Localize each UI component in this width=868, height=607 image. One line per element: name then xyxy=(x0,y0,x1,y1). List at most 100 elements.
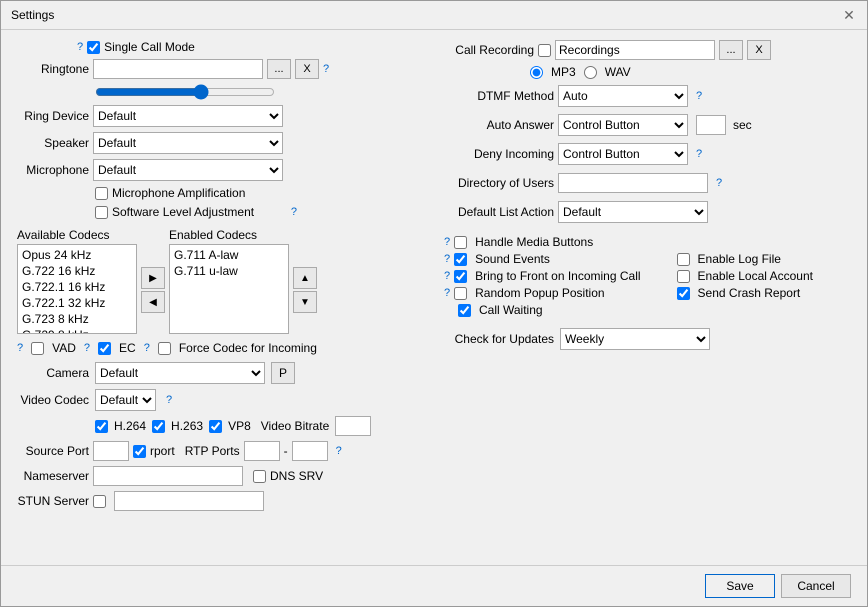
enable-log-label: Enable Log File xyxy=(698,252,781,266)
check-updates-label: Check for Updates xyxy=(444,332,554,346)
vad-help[interactable]: ? xyxy=(17,342,23,354)
save-button[interactable]: Save xyxy=(705,574,775,598)
recordings-input[interactable] xyxy=(555,40,715,60)
video-bitrate-input[interactable]: 256 xyxy=(335,416,371,436)
h263-checkbox[interactable] xyxy=(152,420,165,433)
mic-amp-checkbox[interactable] xyxy=(95,187,108,200)
wav-radio[interactable] xyxy=(584,66,597,79)
right-feature-col: Enable Log File Enable Local Account Sen… xyxy=(677,252,813,317)
force-codec-help[interactable]: ? xyxy=(144,342,150,354)
bring-front-label: Bring to Front on Incoming Call xyxy=(475,269,640,283)
ring-device-select[interactable]: Default xyxy=(93,105,283,127)
soft-level-help[interactable]: ? xyxy=(291,206,297,218)
codec-item[interactable]: G.729 8 kHz xyxy=(20,327,134,334)
dns-srv-checkbox[interactable] xyxy=(253,470,266,483)
random-popup-help[interactable]: ? xyxy=(444,287,450,299)
codec-item[interactable]: G.722.1 16 kHz xyxy=(20,279,134,295)
recordings-browse-button[interactable]: ... xyxy=(719,40,743,60)
vad-checkbox[interactable] xyxy=(31,342,44,355)
codec-down-button[interactable]: ▼ xyxy=(293,291,317,313)
recordings-clear-button[interactable]: X xyxy=(747,40,771,60)
ringtone-input[interactable] xyxy=(93,59,263,79)
nameserver-input[interactable] xyxy=(93,466,243,486)
codec-transfer-buttons: ▶ ◀ xyxy=(141,228,165,334)
dir-users-input[interactable] xyxy=(558,173,708,193)
codec-add-button[interactable]: ▶ xyxy=(141,267,165,289)
rtp-help[interactable]: ? xyxy=(336,445,342,457)
ringtone-help[interactable]: ? xyxy=(323,63,329,75)
call-waiting-label: Call Waiting xyxy=(479,303,543,317)
auto-answer-select[interactable]: Control Button Always Never xyxy=(558,114,688,136)
available-codecs-list[interactable]: Opus 24 kHz G.722 16 kHz G.722.1 16 kHz … xyxy=(17,244,137,334)
send-crash-checkbox[interactable] xyxy=(677,287,690,300)
codec-item[interactable]: G.722 16 kHz xyxy=(20,263,134,279)
default-list-select[interactable]: Default xyxy=(558,201,708,223)
force-codec-checkbox[interactable] xyxy=(158,342,171,355)
ec-checkbox[interactable] xyxy=(98,342,111,355)
enable-local-checkbox[interactable] xyxy=(677,270,690,283)
stun-checkbox[interactable] xyxy=(93,495,106,508)
volume-slider[interactable] xyxy=(95,84,275,100)
bring-front-checkbox[interactable] xyxy=(454,270,467,283)
camera-p-button[interactable]: P xyxy=(271,362,295,384)
enabled-codecs-list[interactable]: G.711 A-law G.711 u-law xyxy=(169,244,289,334)
microphone-select[interactable]: Default xyxy=(93,159,283,181)
codec-item[interactable]: G.723 8 kHz xyxy=(20,311,134,327)
source-port-row: Source Port 0 rport RTP Ports 0 - 0 ? xyxy=(17,441,424,461)
handle-media-checkbox[interactable] xyxy=(454,236,467,249)
single-call-checkbox[interactable] xyxy=(87,41,100,54)
titlebar: Settings ✕ xyxy=(1,1,867,30)
bring-front-help[interactable]: ? xyxy=(444,270,450,282)
codec-item[interactable]: G.722.1 32 kHz xyxy=(20,295,134,311)
sound-events-label: Sound Events xyxy=(475,252,550,266)
ringtone-browse-button[interactable]: ... xyxy=(267,59,291,79)
codec-remove-button[interactable]: ◀ xyxy=(141,291,165,313)
dns-srv-label: DNS SRV xyxy=(270,469,323,483)
sound-events-help[interactable]: ? xyxy=(444,253,450,265)
random-popup-checkbox[interactable] xyxy=(454,287,467,300)
footer: Save Cancel xyxy=(1,565,867,606)
call-waiting-checkbox[interactable] xyxy=(458,304,471,317)
source-port-input[interactable]: 0 xyxy=(93,441,129,461)
stun-input[interactable] xyxy=(114,491,264,511)
auto-answer-row: Auto Answer Control Button Always Never … xyxy=(444,113,851,137)
deny-incoming-select[interactable]: Control Button Always Never xyxy=(558,143,688,165)
video-codec-select[interactable]: Default xyxy=(95,389,156,411)
close-button[interactable]: ✕ xyxy=(841,7,857,23)
vp8-checkbox[interactable] xyxy=(209,420,222,433)
dtmf-select[interactable]: Auto RFC 2833 SIP INFO Inband xyxy=(558,85,688,107)
deny-incoming-help[interactable]: ? xyxy=(696,148,702,160)
rtp-from-input[interactable]: 0 xyxy=(244,441,280,461)
camera-row: Camera Default P xyxy=(17,362,424,384)
codec-up-button[interactable]: ▲ xyxy=(293,267,317,289)
cancel-button[interactable]: Cancel xyxy=(781,574,851,598)
dir-users-help[interactable]: ? xyxy=(716,177,722,189)
h263-label: H.263 xyxy=(171,419,203,433)
video-codec-help[interactable]: ? xyxy=(166,394,172,406)
sound-events-checkbox[interactable] xyxy=(454,253,467,266)
soft-level-checkbox[interactable] xyxy=(95,206,108,219)
ringtone-clear-button[interactable]: X xyxy=(295,59,319,79)
codec-item[interactable]: Opus 24 kHz xyxy=(20,247,134,263)
handle-media-help[interactable]: ? xyxy=(444,236,450,248)
wav-label: WAV xyxy=(605,65,631,79)
dtmf-help[interactable]: ? xyxy=(696,90,702,102)
h264-checkbox[interactable] xyxy=(95,420,108,433)
single-call-help[interactable]: ? xyxy=(77,41,83,53)
speaker-label: Speaker xyxy=(17,136,89,150)
mp3-radio[interactable] xyxy=(530,66,543,79)
check-updates-select[interactable]: Never Daily Weekly Monthly xyxy=(560,328,710,350)
available-codecs-label: Available Codecs xyxy=(17,228,137,242)
rtp-to-input[interactable]: 0 xyxy=(292,441,328,461)
enable-log-checkbox[interactable] xyxy=(677,253,690,266)
ec-help[interactable]: ? xyxy=(84,342,90,354)
rport-checkbox[interactable] xyxy=(133,445,146,458)
codec-item[interactable]: G.711 A-law xyxy=(172,247,286,263)
speaker-select[interactable]: Default xyxy=(93,132,283,154)
codec-item[interactable]: G.711 u-law xyxy=(172,263,286,279)
auto-answer-sec-input[interactable]: 0 xyxy=(696,115,726,135)
vad-label: VAD xyxy=(52,341,76,355)
call-recording-checkbox[interactable] xyxy=(538,44,551,57)
camera-select[interactable]: Default xyxy=(95,362,265,384)
enabled-codecs-box: Enabled Codecs G.711 A-law G.711 u-law xyxy=(169,228,289,334)
